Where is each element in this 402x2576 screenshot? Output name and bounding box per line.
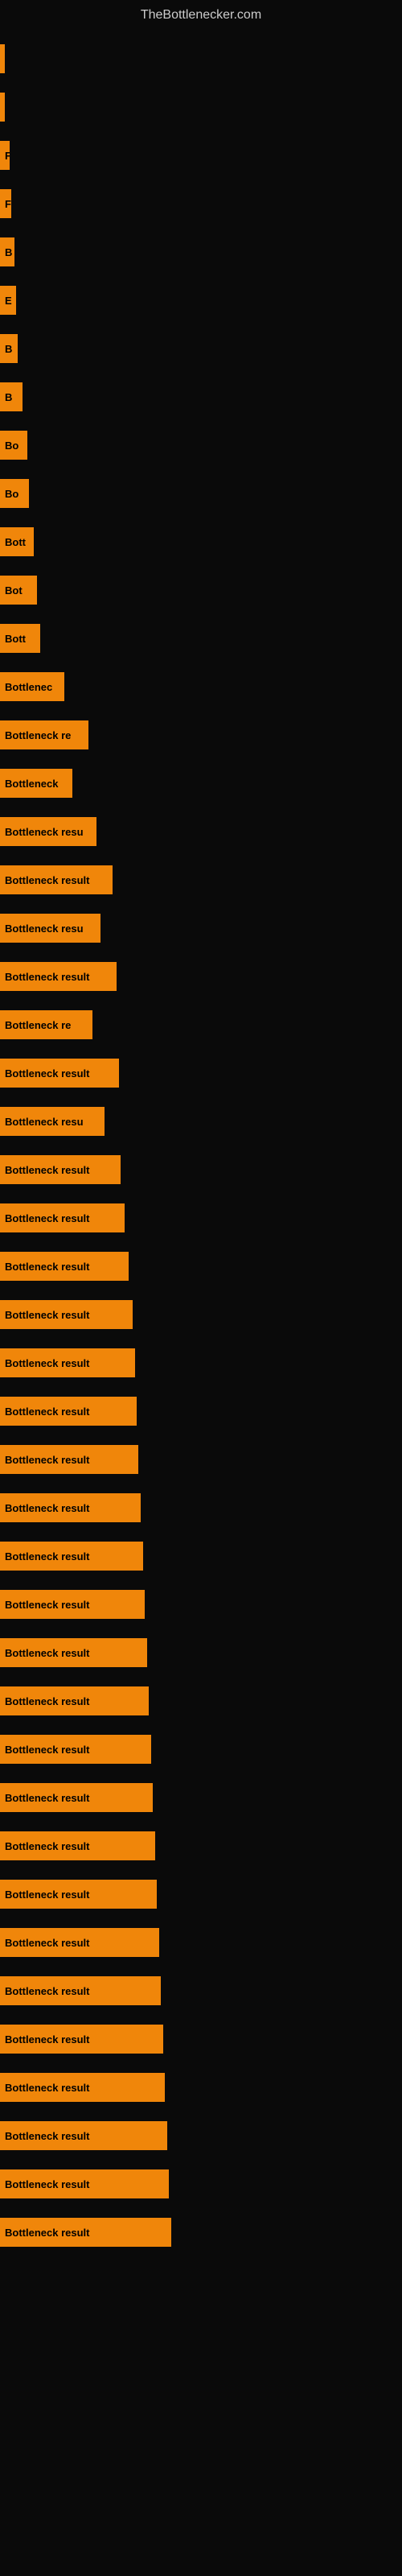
bar-row: Bott (0, 518, 402, 566)
bar-item (0, 93, 5, 122)
bar-item: Bottleneck result (0, 2025, 163, 2054)
bar-item: Bottleneck result (0, 1928, 159, 1957)
bar-item: Bottleneck result (0, 1976, 161, 2005)
bar-row: Bott (0, 614, 402, 663)
bar-row: Bottleneck resu (0, 1097, 402, 1146)
bar-row: Bottleneck result (0, 1967, 402, 2015)
bar-row: Bottleneck re (0, 1001, 402, 1049)
bar-item: B (0, 237, 14, 266)
bar-item: Bottleneck result (0, 1203, 125, 1232)
bar-item: Bottleneck result (0, 865, 113, 894)
bar-row: Bottleneck result (0, 1194, 402, 1242)
bar-item: Bo (0, 431, 27, 460)
bar-item: Bottleneck result (0, 2073, 165, 2102)
bar-item: Bottleneck re (0, 720, 88, 749)
bar-item: F (0, 189, 11, 218)
bar-item: Bottleneck result (0, 1348, 135, 1377)
bar-row: B (0, 228, 402, 276)
bar-row: Bottleneck result (0, 856, 402, 904)
bar-row: Bottleneck result (0, 2015, 402, 2063)
bar-row: Bottleneck result (0, 1146, 402, 1194)
bar-item: Bottleneck result (0, 1397, 137, 1426)
bar-row: Bottleneck result (0, 1290, 402, 1339)
bar-row (0, 83, 402, 131)
bar-row: Bottleneck result (0, 1918, 402, 1967)
bar-item: Bottleneck result (0, 1783, 153, 1812)
bar-row (0, 35, 402, 83)
bar-row: Bottleneck result (0, 1677, 402, 1725)
bar-item: Bottleneck result (0, 1155, 121, 1184)
bar-item (0, 44, 5, 73)
bar-item: Bottleneck result (0, 1590, 145, 1619)
bar-row: Bottleneck result (0, 1484, 402, 1532)
bar-row: Bottleneck result (0, 1242, 402, 1290)
bar-item: Bottleneck result (0, 2121, 167, 2150)
bar-row: Bottleneck result (0, 2063, 402, 2112)
bar-row: Bottleneck (0, 759, 402, 807)
bar-row: B (0, 373, 402, 421)
bar-item: Bottleneck result (0, 1735, 151, 1764)
bar-item: Bottleneck result (0, 1638, 147, 1667)
bar-item: Bottleneck result (0, 1252, 129, 1281)
bar-row: Bottleneck result (0, 952, 402, 1001)
bar-item: Bottleneck result (0, 1880, 157, 1909)
bar-row: Bottleneck result (0, 1725, 402, 1773)
bar-row: Bottleneck result (0, 1532, 402, 1580)
bar-item: Bottleneck result (0, 1445, 138, 1474)
bar-item: Bottleneck resu (0, 1107, 105, 1136)
bar-item: Bott (0, 624, 40, 653)
bar-row: Bottleneck result (0, 1339, 402, 1387)
bar-item: B (0, 334, 18, 363)
bar-row: Bottleneck result (0, 1580, 402, 1629)
bar-item: Bottleneck result (0, 1059, 119, 1088)
bar-item: Bottleneck resu (0, 817, 96, 846)
site-title: TheBottlenecker.com (0, 0, 402, 27)
bar-item: Bottleneck result (0, 962, 117, 991)
bar-row: F (0, 131, 402, 180)
bar-item: Bottleneck result (0, 1831, 155, 1860)
bar-item: Bottlenec (0, 672, 64, 701)
bar-item: Bo (0, 479, 29, 508)
bar-item: Bottleneck result (0, 1542, 143, 1571)
bar-row: Bottleneck result (0, 2160, 402, 2208)
bar-row: Bottleneck result (0, 1773, 402, 1822)
bar-row: Bottleneck resu (0, 904, 402, 952)
bar-item: Bottleneck resu (0, 914, 100, 943)
bar-row: Bo (0, 469, 402, 518)
bar-item: Bottleneck result (0, 1493, 141, 1522)
bar-row: Bottleneck result (0, 1870, 402, 1918)
bar-row: Bottleneck result (0, 1435, 402, 1484)
bar-row: Bo (0, 421, 402, 469)
bars-container: FFBEBBBoBoBottBotBottBottlenecBottleneck… (0, 27, 402, 2256)
bar-item: Bottleneck re (0, 1010, 92, 1039)
bar-item: B (0, 382, 23, 411)
bar-row: Bottleneck result (0, 2208, 402, 2256)
bar-row: Bottleneck result (0, 1629, 402, 1677)
bar-row: Bottlenec (0, 663, 402, 711)
bar-row: F (0, 180, 402, 228)
bar-item: Bottleneck result (0, 1300, 133, 1329)
bar-row: Bottleneck result (0, 1822, 402, 1870)
bar-row: Bottleneck re (0, 711, 402, 759)
bar-item: Bot (0, 576, 37, 605)
bar-row: Bottleneck result (0, 1049, 402, 1097)
bar-row: Bottleneck result (0, 1387, 402, 1435)
bar-row: B (0, 324, 402, 373)
bar-item: Bottleneck result (0, 1686, 149, 1715)
bar-item: E (0, 286, 16, 315)
bar-item: Bottleneck result (0, 2169, 169, 2198)
bar-row: Bot (0, 566, 402, 614)
bar-item: Bottleneck result (0, 2218, 171, 2247)
bar-item: Bottleneck (0, 769, 72, 798)
bar-row: Bottleneck resu (0, 807, 402, 856)
bar-item: F (0, 141, 10, 170)
bar-row: Bottleneck result (0, 2112, 402, 2160)
bar-row: E (0, 276, 402, 324)
bar-item: Bott (0, 527, 34, 556)
